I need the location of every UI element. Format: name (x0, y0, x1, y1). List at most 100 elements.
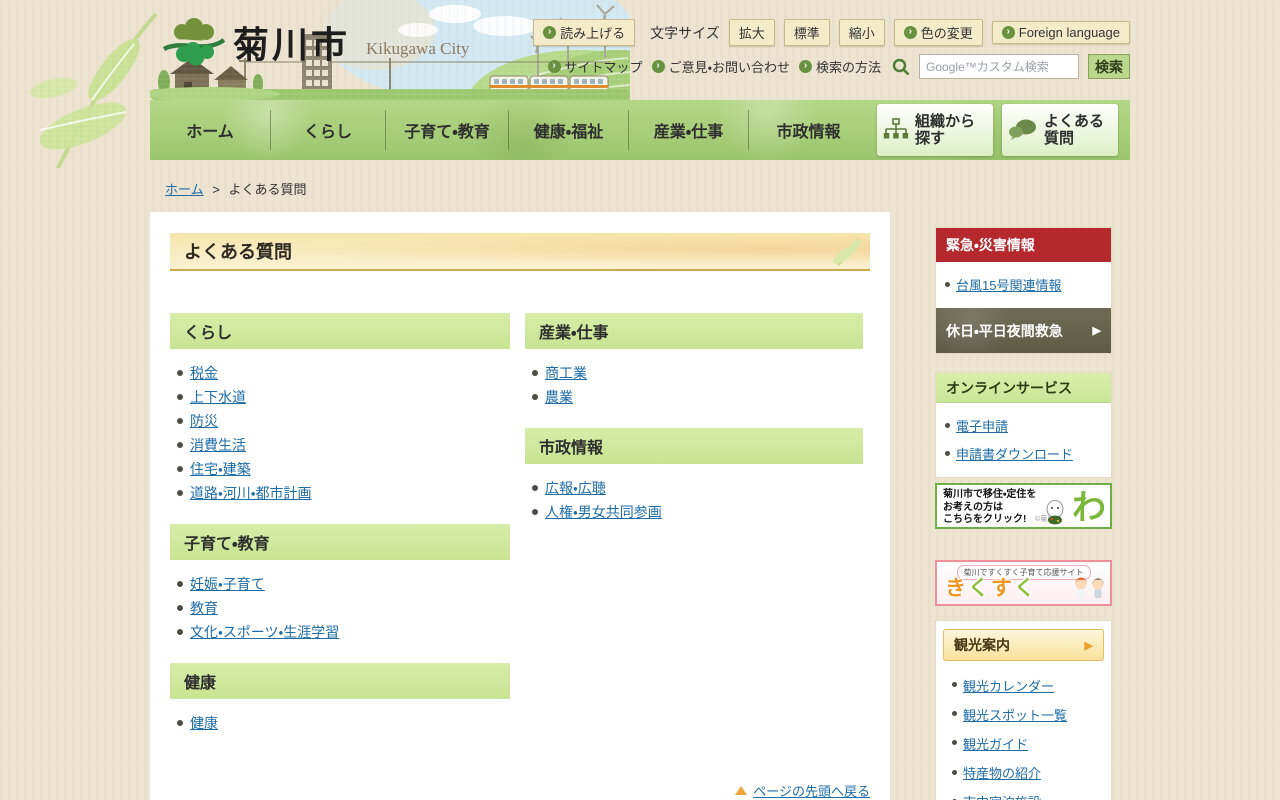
foreign-language-label: Foreign language (1018, 25, 1120, 40)
section-heading: くらし (170, 313, 510, 349)
faq-link-bosai[interactable]: 防災 (190, 411, 218, 431)
faq-link-zeikin[interactable]: 税金 (190, 363, 218, 383)
migration-banner[interactable]: 菊川市で移住・定住を お考えの方は こちらをクリック! ©菊川市 わ (935, 483, 1112, 529)
font-enlarge-button[interactable]: 拡大 (728, 19, 775, 46)
migration-banner-text: 菊川市で移住・定住を お考えの方は こちらをクリック! (943, 489, 1037, 525)
search-help-label: 検索の方法 (815, 60, 881, 75)
list-item: 防災 (170, 409, 510, 433)
list-item: 商工業 (525, 361, 863, 385)
mascot-icon (1046, 500, 1064, 525)
faq-link-doro[interactable]: 道路・河川・都市計画 (190, 483, 312, 503)
faq-nav-button[interactable]: よくある 質問 (1002, 104, 1118, 156)
e-application-link[interactable]: 電子申請 (956, 419, 1008, 434)
arrow-circle-icon: › (651, 60, 665, 73)
font-enlarge-label: 拡大 (738, 26, 765, 41)
sitemap-link[interactable]: › サイトマップ (547, 57, 643, 76)
list-item: 申請書ダウンロード (942, 440, 1105, 468)
lodging-link[interactable]: 市内宿泊施設 (963, 795, 1041, 800)
list-item: 観光ガイド (949, 729, 1098, 758)
faq-link-ninshin[interactable]: 妊娠・子育て (190, 574, 265, 594)
foreign-language-button[interactable]: › Foreign language (991, 21, 1130, 44)
right-arrow-icon: ▶ (1084, 639, 1093, 652)
section-heading: 健康 (170, 663, 510, 699)
faq-link-kyoiku[interactable]: 教育 (190, 598, 218, 618)
tourism-links: 観光カレンダー 観光スポット一覧 観光ガイド 特産物の紹介 市内宿泊施設 (943, 661, 1104, 800)
faq-link-jinken[interactable]: 人権・男女共同参画 (545, 502, 662, 522)
form-download-link[interactable]: 申請書ダウンロード (956, 447, 1073, 462)
search-help-link[interactable]: › 検索の方法 (798, 57, 881, 76)
children-icon (1075, 577, 1104, 598)
main-nav: ホーム くらし 子育て・教育 健康・福祉 産業・仕事 市政情報 組織から 探す … (150, 100, 1130, 160)
search-icon (892, 58, 910, 76)
right-arrow-icon: ▶ (1092, 325, 1101, 337)
breadcrumb-current: よくある質問 (228, 182, 307, 197)
section-sangyo: 産業・仕事 商工業 農業 (525, 313, 863, 409)
section-shisei: 市政情報 広報・広聴 人権・男女共同参画 (525, 428, 863, 524)
breadcrumb: ホーム > よくある質問 (165, 179, 306, 198)
nav-item-kurashi[interactable]: くらし (270, 110, 385, 150)
nav-item-shisei[interactable]: 市政情報 (748, 110, 868, 150)
holiday-emergency-label: 休日・平日夜間救急 (946, 322, 1063, 339)
back-to-top-link[interactable]: ページの先頭へ戻る (735, 781, 870, 800)
search-input[interactable] (919, 54, 1079, 79)
sitemap-label: サイトマップ (564, 60, 643, 75)
faq-link-shokogyo[interactable]: 商工業 (545, 363, 587, 383)
holiday-emergency-button[interactable]: 休日・平日夜間救急 ▶ (936, 308, 1111, 353)
tourism-calendar-link[interactable]: 観光カレンダー (963, 679, 1054, 694)
tourism-spots-link[interactable]: 観光スポット一覧 (963, 708, 1067, 723)
org-search-button[interactable]: 組織から 探す (877, 104, 993, 156)
utility-links-bar: › サイトマップ › ご意見・お問い合わせ › 検索の方法 検索 (547, 54, 1130, 79)
list-item: 電子申請 (942, 412, 1105, 440)
kikusuku-banner[interactable]: 菊川ですくすく子育て応援サイト きくすく (935, 560, 1112, 606)
tourism-guide-button[interactable]: 観光案内 ▶ (943, 629, 1104, 661)
tourism-guidebook-link[interactable]: 観光ガイド (963, 737, 1028, 752)
faq-link-koho[interactable]: 広報・広聴 (545, 478, 606, 498)
faq-link-bunka[interactable]: 文化・スポーツ・生涯学習 (190, 622, 339, 642)
org-search-label: 組織から 探す (915, 112, 976, 147)
online-services-links: 電子申請 申請書ダウンロード (936, 403, 1111, 477)
tea-leaf-decoration (30, 12, 158, 169)
read-aloud-button[interactable]: › 読み上げる (533, 19, 636, 46)
specialty-products-link[interactable]: 特産物の紹介 (963, 766, 1041, 781)
faq-link-shohi[interactable]: 消費生活 (190, 435, 246, 455)
site-title-en: Kikugawa City (366, 39, 470, 58)
list-item: 文化・スポーツ・生涯学習 (170, 620, 510, 644)
font-size-label: 文字サイズ (650, 24, 720, 41)
faq-link-jutaku[interactable]: 住宅・建築 (190, 459, 251, 479)
section-links: 商工業 農業 (525, 361, 863, 409)
section-heading: 市政情報 (525, 428, 863, 464)
list-item: 広報・広聴 (525, 476, 863, 500)
search-button[interactable]: 検索 (1088, 54, 1130, 79)
section-heading: 子育て・教育 (170, 524, 510, 560)
breadcrumb-separator: > (212, 182, 220, 197)
emergency-box: 緊急・災害情報 台風15号関連情報 休日・平日夜間救急 ▶ (935, 227, 1112, 354)
page-title-banner: よくある質問 (170, 233, 870, 271)
list-item: 道路・河川・都市計画 (170, 481, 510, 505)
nav-item-kosodate[interactable]: 子育て・教育 (385, 110, 508, 150)
faq-link-josuido[interactable]: 上下水道 (190, 387, 246, 407)
site-logo[interactable]: 菊川市 Kikugawa City (163, 16, 469, 68)
list-item: 特産物の紹介 (949, 759, 1098, 788)
emergency-links: 台風15号関連情報 (936, 262, 1111, 308)
faq-link-nogyo[interactable]: 農業 (545, 387, 573, 407)
breadcrumb-home-link[interactable]: ホーム (165, 182, 204, 197)
list-item: 農業 (525, 385, 863, 409)
list-item: 市内宿泊施設 (949, 788, 1098, 800)
online-services-box: オンラインサービス 電子申請 申請書ダウンロード (935, 372, 1112, 478)
arrow-circle-icon: › (1001, 26, 1015, 39)
nav-item-kenko[interactable]: 健康・福祉 (508, 110, 628, 150)
typhoon-info-link[interactable]: 台風15号関連情報 (956, 278, 1061, 293)
faq-column-right: 産業・仕事 商工業 農業 市政情報 広報・広聴 人権・男女共同参画 (525, 313, 863, 543)
contact-link[interactable]: › ご意見・お問い合わせ (651, 57, 790, 76)
tourism-guide-label: 観光案内 (954, 637, 1010, 653)
font-shrink-button[interactable]: 縮小 (838, 19, 885, 46)
nav-item-sangyo[interactable]: 産業・仕事 (628, 110, 748, 150)
section-kosodate: 子育て・教育 妊娠・子育て 教育 文化・スポーツ・生涯学習 (170, 524, 510, 644)
font-standard-button[interactable]: 標準 (783, 19, 830, 46)
list-item: 観光カレンダー (949, 671, 1098, 700)
list-item: 住宅・建築 (170, 457, 510, 481)
nav-item-home[interactable]: ホーム (150, 110, 270, 150)
tourism-box: 観光案内 ▶ 観光カレンダー 観光スポット一覧 観光ガイド 特産物の紹介 市内宿… (935, 620, 1112, 800)
color-change-button[interactable]: › 色の変更 (893, 19, 983, 46)
faq-link-kenko[interactable]: 健康 (190, 713, 218, 733)
